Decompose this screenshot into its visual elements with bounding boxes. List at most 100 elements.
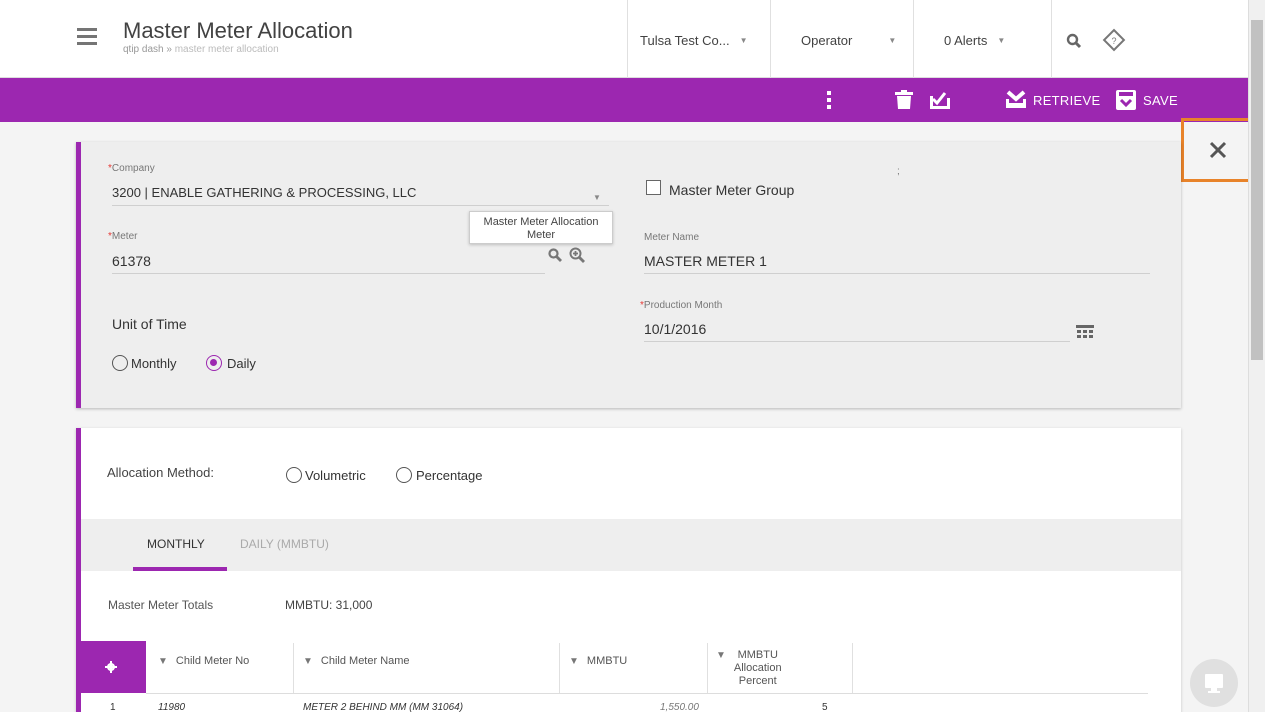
tab-daily[interactable]: DAILY (MMBTU)	[240, 537, 329, 551]
monthly-radio[interactable]	[112, 355, 128, 371]
search-icon[interactable]	[548, 248, 562, 262]
alerts-label: 0 Alerts	[944, 33, 988, 48]
role-selector-label: Operator	[801, 33, 853, 48]
download-tray-icon	[1006, 90, 1026, 108]
header-divider	[627, 0, 628, 78]
active-tab-indicator	[133, 567, 227, 571]
column-header-child-meter-no[interactable]: ▼ Child Meter No	[158, 655, 249, 667]
gear-icon	[105, 661, 117, 673]
master-meter-group-checkbox[interactable]	[646, 180, 661, 195]
unit-of-time-label: Unit of Time	[112, 316, 187, 332]
svg-text:?: ?	[1111, 36, 1116, 46]
cell-allocation-percent[interactable]: 5	[822, 702, 828, 712]
close-icon	[1209, 141, 1227, 159]
scrollbar-thumb[interactable]	[1251, 20, 1263, 360]
meter-details-card: *Company 3200 | ENABLE GATHERING & PROCE…	[76, 142, 1181, 408]
chevron-down-icon: ▼	[739, 36, 748, 45]
breadcrumb: qtip dash » master meter allocation	[123, 44, 279, 55]
master-meter-group-label: Master Meter Group	[669, 182, 795, 198]
daily-label: Daily	[227, 356, 256, 371]
column-divider	[293, 643, 294, 693]
meter-input[interactable]: 61378	[112, 253, 151, 269]
save-label: SAVE	[1143, 92, 1178, 108]
column-header-mmbtu[interactable]: ▼ MMBTU	[569, 655, 627, 667]
company-selector[interactable]: Tulsa Test Co... ▼	[640, 33, 748, 48]
help-diamond-icon[interactable]: ?	[1101, 27, 1127, 53]
trash-icon	[895, 90, 913, 109]
filter-icon[interactable]: ▼	[303, 656, 313, 667]
breadcrumb-current: master meter allocation	[174, 44, 279, 55]
header-divider	[1051, 0, 1052, 78]
alerts-selector[interactable]: 0 Alerts ▼	[944, 33, 1005, 48]
header-divider	[770, 0, 771, 78]
company-select[interactable]: 3200 | ENABLE GATHERING & PROCESSING, LL…	[112, 185, 416, 200]
action-toolbar: RETRIEVE SAVE	[0, 78, 1248, 122]
retrieve-button[interactable]: RETRIEVE	[1005, 78, 1100, 122]
meter-name-value: MASTER METER 1	[644, 253, 767, 269]
meter-underline	[112, 273, 545, 274]
totals-value: MMBTU: 31,000	[285, 598, 373, 612]
meter-name-label: Meter Name	[644, 232, 700, 243]
percentage-label: Percentage	[416, 468, 483, 483]
retrieve-label: RETRIEVE	[1033, 92, 1101, 108]
filter-icon[interactable]: ▼	[716, 650, 726, 661]
production-month-input[interactable]: 10/1/2016	[644, 321, 706, 337]
tab-monthly[interactable]: MONTHLY	[147, 537, 205, 551]
company-underline	[112, 205, 609, 206]
allocation-tabs: MONTHLY DAILY (MMBTU)	[81, 519, 1181, 571]
search-icon[interactable]	[1066, 33, 1082, 49]
feedback-button[interactable]	[1190, 659, 1238, 707]
cell-mmbtu[interactable]: 1,550.00	[660, 702, 699, 712]
meter-label: *Meter	[108, 231, 138, 242]
zoom-in-icon[interactable]	[569, 247, 585, 263]
stray-text: ;	[897, 166, 900, 177]
filter-icon[interactable]: ▼	[569, 656, 579, 667]
daily-radio[interactable]	[206, 355, 222, 371]
meter-name-underline	[644, 273, 1150, 274]
totals-label: Master Meter Totals	[108, 598, 214, 612]
breadcrumb-root[interactable]: qtip dash	[123, 44, 164, 55]
tooltip-line: Master Meter Allocation	[483, 216, 599, 228]
column-divider	[852, 643, 853, 693]
chevron-down-icon[interactable]: ▼	[593, 193, 601, 202]
monitor-icon	[1205, 674, 1223, 693]
app-header: Master Meter Allocation qtip dash » mast…	[0, 0, 1248, 78]
cell-child-meter-no[interactable]: 11980	[158, 702, 185, 712]
breadcrumb-separator: »	[166, 44, 172, 55]
chevron-down-icon: ▼	[888, 36, 897, 45]
column-divider	[707, 643, 708, 693]
production-month-underline	[644, 341, 1070, 342]
menu-icon[interactable]	[77, 28, 97, 46]
company-selector-label: Tulsa Test Co...	[640, 33, 730, 48]
chevron-down-icon: ▼	[997, 36, 1006, 45]
save-icon	[1116, 90, 1136, 110]
meter-tooltip: Master Meter Allocation Meter	[469, 211, 613, 244]
column-divider	[559, 643, 560, 693]
validate-button[interactable]	[929, 78, 951, 122]
production-month-label: *Production Month	[640, 300, 723, 311]
more-vertical-icon	[827, 91, 831, 109]
cell-child-meter-name[interactable]: METER 2 BEHIND MM (MM 31064)	[303, 702, 463, 712]
percentage-radio[interactable]	[396, 467, 412, 483]
close-button[interactable]	[1181, 118, 1255, 182]
column-header-child-meter-name[interactable]: ▼ Child Meter Name	[303, 655, 410, 667]
calendar-icon[interactable]	[1076, 325, 1094, 341]
page-title: Master Meter Allocation	[123, 18, 353, 43]
check-document-icon	[930, 92, 950, 109]
filter-icon[interactable]: ▼	[158, 656, 168, 667]
company-label: *Company	[108, 163, 155, 174]
volumetric-radio[interactable]	[286, 467, 302, 483]
header-divider	[913, 0, 914, 78]
role-selector[interactable]: Operator ▼	[801, 33, 896, 48]
row-index: 1	[110, 702, 116, 712]
page-scrollbar[interactable]	[1248, 0, 1265, 712]
tooltip-line: Meter	[526, 229, 556, 241]
column-header-allocation-percent[interactable]: ▼ MMBTU Allocation Percent	[716, 649, 782, 688]
save-button[interactable]: SAVE	[1115, 78, 1178, 122]
delete-button[interactable]	[894, 78, 914, 122]
grid-settings-button[interactable]	[76, 641, 146, 693]
grid-header-underline	[146, 693, 1148, 694]
more-options-button[interactable]	[826, 78, 832, 122]
monthly-label: Monthly	[131, 356, 177, 371]
volumetric-label: Volumetric	[305, 468, 366, 483]
